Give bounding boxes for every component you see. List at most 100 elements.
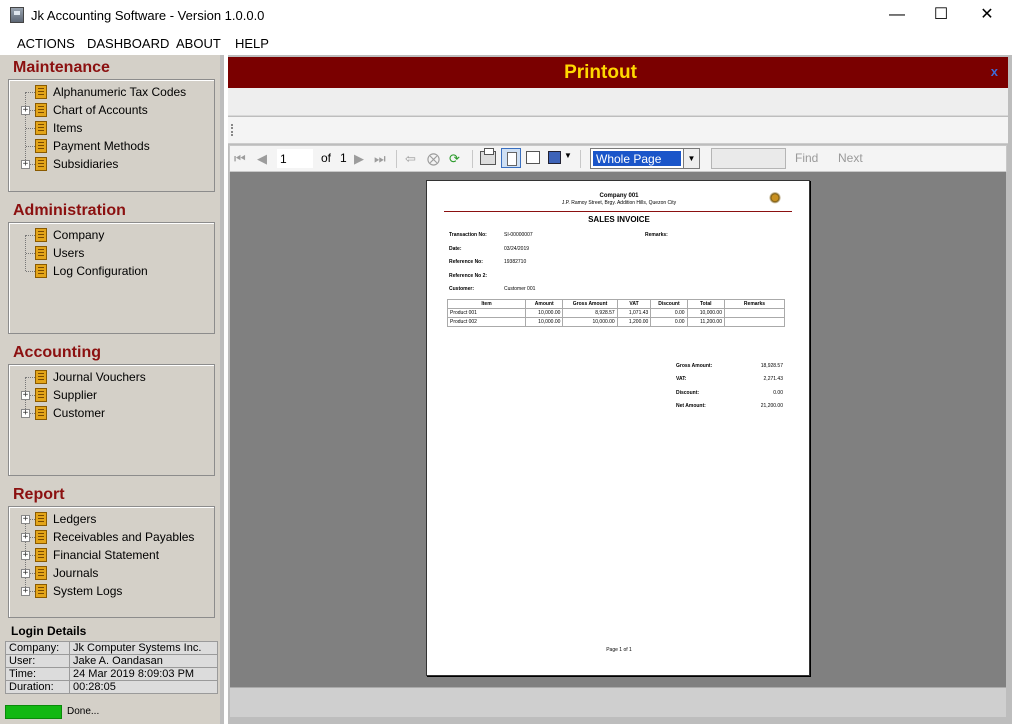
current-page-input[interactable]: [277, 149, 313, 168]
previous-page-icon[interactable]: ◀: [257, 151, 267, 167]
login-row-duration: Duration: 00:28:05: [5, 680, 218, 694]
find-button[interactable]: Find: [795, 151, 818, 165]
back-icon[interactable]: ⇦: [405, 151, 416, 167]
stop-icon[interactable]: ⨂: [427, 151, 440, 167]
ledger-book-icon: [35, 139, 47, 153]
page-setup-icon[interactable]: [526, 151, 540, 164]
expand-icon[interactable]: +: [21, 160, 30, 169]
maximize-button[interactable]: ☐: [918, 0, 964, 32]
tree-item-customer[interactable]: + Customer: [9, 404, 209, 422]
last-page-icon[interactable]: ⏭: [374, 151, 386, 167]
tree-item-financial-statement[interactable]: + Financial Statement: [9, 546, 209, 564]
status-text: Done...: [67, 706, 100, 717]
tree-item-users[interactable]: Users: [9, 244, 209, 262]
find-input[interactable]: [711, 148, 786, 169]
chevron-down-icon[interactable]: ▼: [683, 149, 699, 168]
menu-about[interactable]: ABOUT: [176, 36, 221, 51]
maintenance-tree: Alphanumeric Tax Codes + Chart of Accounts…: [8, 79, 215, 192]
table-cell: 0.00: [650, 317, 688, 327]
export-icon[interactable]: [548, 151, 561, 164]
table-cell: Product 002: [447, 317, 526, 327]
tree-item-journals[interactable]: + Journals: [9, 564, 209, 582]
expand-icon[interactable]: +: [21, 409, 30, 418]
login-label: User:: [5, 654, 70, 668]
total-label: Discount:: [676, 390, 700, 396]
title-bar: Jk Accounting Software - Version 1.0.0.0…: [0, 0, 1012, 32]
tree-item-label: System Logs: [53, 584, 123, 598]
report-viewer[interactable]: Company 001 J.P. Ramoy Street, Brgy. Add…: [230, 172, 1006, 687]
expand-icon[interactable]: +: [21, 551, 30, 560]
next-page-icon[interactable]: ▶: [354, 151, 364, 167]
login-value: Jk Computer Systems Inc.: [69, 641, 218, 655]
expand-icon[interactable]: +: [21, 391, 30, 400]
tree-item-label: Subsidiaries: [53, 157, 119, 171]
header-divider: [444, 211, 792, 212]
tree-item-label: Supplier: [53, 388, 98, 402]
column-header: Item: [447, 299, 526, 309]
tree-item-company[interactable]: Company: [9, 226, 209, 244]
print-layout-icon[interactable]: [501, 148, 521, 168]
tree-item-supplier[interactable]: + Supplier: [9, 386, 209, 404]
tree-item-ledgers[interactable]: + Ledgers: [9, 510, 209, 528]
tree-item-label: Customer: [53, 406, 106, 420]
field-label: Date:: [449, 246, 462, 252]
tree-item-payment-methods[interactable]: Payment Methods: [9, 137, 209, 155]
accounting-tree: Journal Vouchers + Supplier + Customer: [8, 364, 215, 476]
section-title-administration: Administration: [13, 202, 126, 219]
ledger-book-icon: [35, 157, 47, 171]
toolstrip-grip[interactable]: [231, 124, 233, 136]
table-cell: 1,071.43: [616, 308, 652, 318]
login-value: Jake A. Oandasan: [69, 654, 218, 668]
tree-item-journal-vouchers[interactable]: Journal Vouchers: [9, 368, 209, 386]
table-cell: 10,000.00: [686, 308, 726, 318]
tree-item-label: Alphanumeric Tax Codes: [53, 85, 187, 99]
expand-icon[interactable]: +: [21, 533, 30, 542]
ledger-book-icon: [35, 584, 47, 598]
menu-dashboard[interactable]: DASHBOARD: [87, 36, 169, 51]
print-icon[interactable]: [480, 148, 496, 165]
table-cell: 10,000.00: [524, 317, 564, 327]
page-footer: Page 1 of 1: [606, 647, 632, 653]
expand-icon[interactable]: +: [21, 106, 30, 115]
status-progress-bar: [5, 705, 62, 719]
field-label: Reference No 2:: [449, 273, 488, 279]
menu-help[interactable]: HELP: [235, 36, 269, 51]
close-printout-button[interactable]: x: [991, 64, 998, 79]
tree-item-log-configuration[interactable]: Log Configuration: [9, 262, 209, 280]
ledger-book-icon: [35, 85, 47, 99]
total-value: 18,928.57: [760, 363, 783, 369]
tree-item-system-logs[interactable]: + System Logs: [9, 582, 209, 600]
ledger-book-icon: [35, 406, 47, 420]
tree-item-chart-of-accounts[interactable]: + Chart of Accounts: [9, 101, 209, 119]
report-tree: + Ledgers + Receivables and Payables + Financ…: [8, 506, 215, 618]
viewer-status-strip: [230, 687, 1006, 717]
toolbar-separator: [396, 150, 397, 168]
menu-actions[interactable]: ACTIONS: [17, 36, 75, 51]
chevron-down-icon[interactable]: ▼: [564, 151, 572, 160]
ledger-book-icon: [35, 246, 47, 260]
first-page-icon[interactable]: ⏮: [234, 151, 246, 167]
next-button[interactable]: Next: [838, 151, 863, 165]
tree-item-label: Journal Vouchers: [53, 370, 146, 384]
ledger-book-icon: [35, 566, 47, 580]
column-header: Amount: [524, 299, 564, 309]
tree-item-items[interactable]: Items: [9, 119, 209, 137]
minimize-button[interactable]: —: [874, 0, 920, 32]
tree-item-subsidiaries[interactable]: + Subsidiaries: [9, 155, 209, 173]
expand-icon[interactable]: +: [21, 587, 30, 596]
expand-icon[interactable]: +: [21, 569, 30, 578]
refresh-icon[interactable]: ⟳: [449, 151, 460, 167]
ledger-book-icon: [35, 103, 47, 117]
field-value: Customer 001: [504, 286, 536, 292]
login-value: 24 Mar 2019 8:09:03 PM: [69, 667, 218, 681]
toolstrip-container: [228, 117, 1008, 144]
tree-item-label: Log Configuration: [53, 264, 148, 278]
tree-item-receivables-and-payables[interactable]: + Receivables and Payables: [9, 528, 209, 546]
tree-item-alphanumeric-tax-codes[interactable]: Alphanumeric Tax Codes: [9, 83, 209, 101]
table-row: Product 002 10,000.00 10,000.00 1,200.00…: [447, 317, 785, 327]
ledger-book-icon: [35, 548, 47, 562]
expand-icon[interactable]: +: [21, 515, 30, 524]
close-window-button[interactable]: ✕: [964, 0, 1010, 32]
zoom-select[interactable]: Whole Page ▼: [590, 148, 700, 169]
tree-item-label: Journals: [53, 566, 99, 580]
